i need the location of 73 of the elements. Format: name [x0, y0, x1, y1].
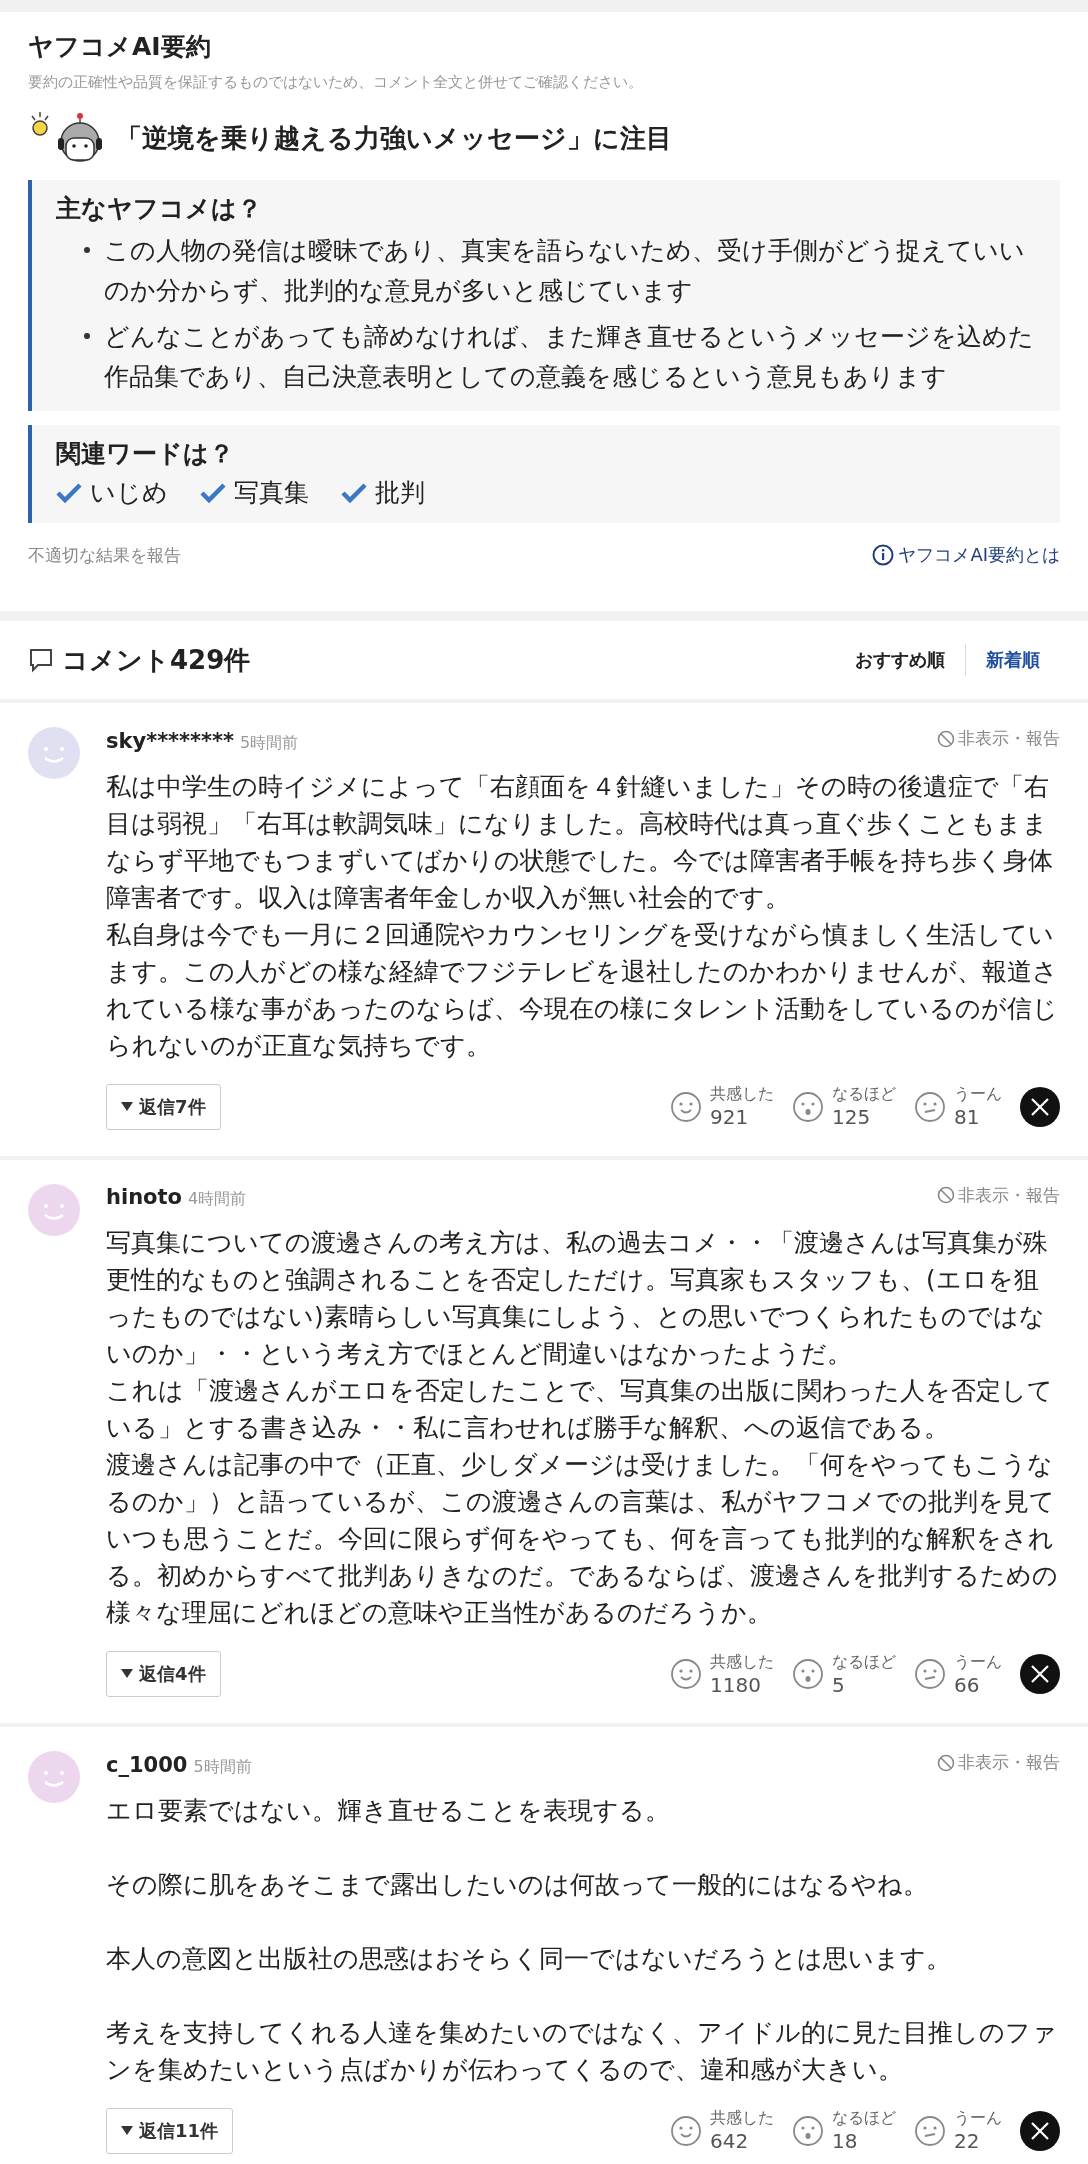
- bullet-text: どんなことがあっても諦めなければ、また輝き直せるというメッセージを込めた作品集であり、自己決意表明としての意義を感じるという意見もあります: [104, 321, 1035, 393]
- reaction-button[interactable]: なるほど 125: [792, 1084, 896, 1129]
- sort-tab[interactable]: 新着順: [965, 644, 1060, 676]
- hide-report-link[interactable]: 非表示・報告: [937, 1183, 1060, 1207]
- block-icon: [937, 1186, 955, 1204]
- hide-report-link[interactable]: 非表示・報告: [937, 727, 1060, 750]
- bullet-icon: [84, 247, 90, 253]
- reaction-face-icon: [914, 1090, 946, 1123]
- user-name[interactable]: c_1000: [106, 1752, 188, 1777]
- comment-text: 私は中学生の時イジメによって「右顔面を４針縫いました」その時の後遺症で「右目は弱視」「右耳は軟調気味」になりました。高校時代は真っ直ぐ歩くこともままならず平地でもつまずいてばかりの状態でした。今では障害者手帳を持ち歩く身体障害者です。収入は障害者年金しか収入が無い社会的です。: [106, 770, 1054, 914]
- post-time: 5時間前: [240, 732, 299, 754]
- reaction-face-icon: [670, 2114, 702, 2147]
- replies-button[interactable]: 返信4件: [106, 1651, 221, 1697]
- disclaimer-text: 要約の正確性や品質を保証するものではないため、コメント全文と併せてご確認ください。: [28, 73, 644, 92]
- reaction-button[interactable]: うーん 66: [914, 1651, 1002, 1697]
- reaction-face-icon: [914, 1658, 946, 1690]
- about-link[interactable]: ヤフコメAI要約とは: [872, 543, 1060, 567]
- x-logo-icon: [1030, 1096, 1050, 1117]
- check-icon: [341, 481, 367, 504]
- comment-icon: [28, 647, 54, 673]
- comment-text: エロ要素ではない。輝き直せることを表現する。: [106, 1794, 671, 1827]
- comments-title: コメント429件: [62, 643, 251, 677]
- comment-text: その際に肌をあそこまで露出したいのは何故って一般的にはなるやね。: [106, 1868, 929, 1901]
- reaction-face-icon: [670, 1658, 702, 1690]
- info-icon: [872, 544, 895, 566]
- share-x-button[interactable]: [1020, 1654, 1060, 1694]
- reaction-face-icon: [792, 1658, 824, 1690]
- check-icon: [200, 481, 226, 504]
- share-x-button[interactable]: [1020, 1086, 1060, 1127]
- caret-icon: [121, 2125, 133, 2136]
- caret-icon: [121, 1101, 133, 1112]
- bullet-text: この人物の発信は曖昧であり、真実を語らないため、受け手側がどう捉えていいのか分からず、批判的な意見が多いと感じています: [104, 235, 1026, 307]
- report-link[interactable]: 不適切な結果を報告: [28, 543, 181, 567]
- comment-text: 私自身は今でも一月に２回通院やカウンセリングを受けながら慎ましく生活しています。この人がどの様な経緯でフジテレビを退社したのかわかりませんが、報道されている様な事があったのならば、今現在の様にタレント活動をしているのが信じられないのが正直な気持ちです。: [106, 918, 1059, 1062]
- reaction-button[interactable]: うーん 81: [914, 1084, 1002, 1129]
- summary-title: ヤフコメAI要約: [28, 31, 212, 63]
- block-icon: [937, 729, 955, 748]
- bullet-icon: [84, 333, 90, 339]
- comment-text: 渡邊さんは記事の中で（正直、少しダメージは受けました。「何をやってもこうなるのか」）と語っているが、この渡邊さんの言葉は、私がヤフコメでの批判を見ていつも思うことだ。今回に限らず何をやっても、何を言っても批判的な解釈をされる。初めからすべて批判ありきなのだ。であるならば、渡邊さんを批判するための様々な理屈にどれほどの意味や正当性があるのだろうか。: [106, 1449, 1059, 1629]
- check-icon: [56, 481, 82, 504]
- summary-headline: 「逆境を乗り越える力強いメッセージ」に注目: [116, 121, 672, 155]
- reaction-face-icon: [670, 1090, 702, 1123]
- reaction-button[interactable]: なるほど 5: [792, 1651, 896, 1697]
- block-icon: [937, 1753, 955, 1772]
- sort-tab[interactable]: おすすめ順: [835, 644, 965, 676]
- keyword-text: いじめ: [90, 477, 168, 509]
- replies-button[interactable]: 返信11件: [106, 2107, 234, 2154]
- reaction-face-icon: [914, 2114, 946, 2147]
- share-x-button[interactable]: [1020, 2110, 1060, 2151]
- reaction-face-icon: [792, 1090, 824, 1123]
- hide-report-link[interactable]: 非表示・報告: [937, 1751, 1060, 1774]
- replies-button[interactable]: 返信7件: [106, 1083, 221, 1130]
- x-logo-icon: [1030, 2120, 1050, 2141]
- reaction-button[interactable]: なるほど 18: [792, 2108, 896, 2153]
- post-time: 4時間前: [188, 1189, 247, 1210]
- box-heading: 関連ワードは？: [56, 438, 235, 470]
- post-time: 5時間前: [193, 1756, 252, 1778]
- reaction-button[interactable]: うーん 22: [914, 2108, 1002, 2153]
- reaction-face-icon: [792, 2114, 824, 2147]
- reaction-button[interactable]: 共感した 921: [670, 1084, 774, 1129]
- comment-text: 本人の意図と出版社の思惑はおそらく同一ではないだろうとは思います。: [106, 1942, 952, 1975]
- comment-text: 写真集についての渡邊さんの考え方は、私の過去コメ・・「渡邊さんは写真集が殊更性的なものと強調されることを否定しただけ。写真家もスタッフも、(エロを狙ったものではない)素晴らしい写真集にしよう、との思いでつくられたものではないのか」・・という考え方でほとんど間違いはなかったようだ。: [106, 1227, 1049, 1370]
- box-heading: 主なヤフコメは？: [56, 193, 263, 225]
- caret-icon: [121, 1669, 133, 1679]
- keyword-text: 批判: [375, 477, 425, 509]
- user-name[interactable]: sky********: [106, 728, 234, 753]
- reaction-button[interactable]: 共感した 1180: [670, 1651, 774, 1697]
- reaction-button[interactable]: 共感した 642: [670, 2108, 774, 2153]
- keyword-text: 写真集: [234, 477, 309, 509]
- comment-text: これは「渡邊さんがエロを否定したことで、写真集の出版に関わった人を否定している」とする書き込み・・私に言わせれば勝手な解釈、への返信である。: [106, 1375, 1054, 1444]
- comment-text: 考えを支持してくれる人達を集めたいのではなく、アイドル的に見た目推しのファンを集めたいという点ばかりが伝わってくるので、違和感が大きい。: [106, 2016, 1058, 2086]
- user-name[interactable]: hinoto: [106, 1185, 182, 1209]
- x-logo-icon: [1030, 1664, 1050, 1684]
